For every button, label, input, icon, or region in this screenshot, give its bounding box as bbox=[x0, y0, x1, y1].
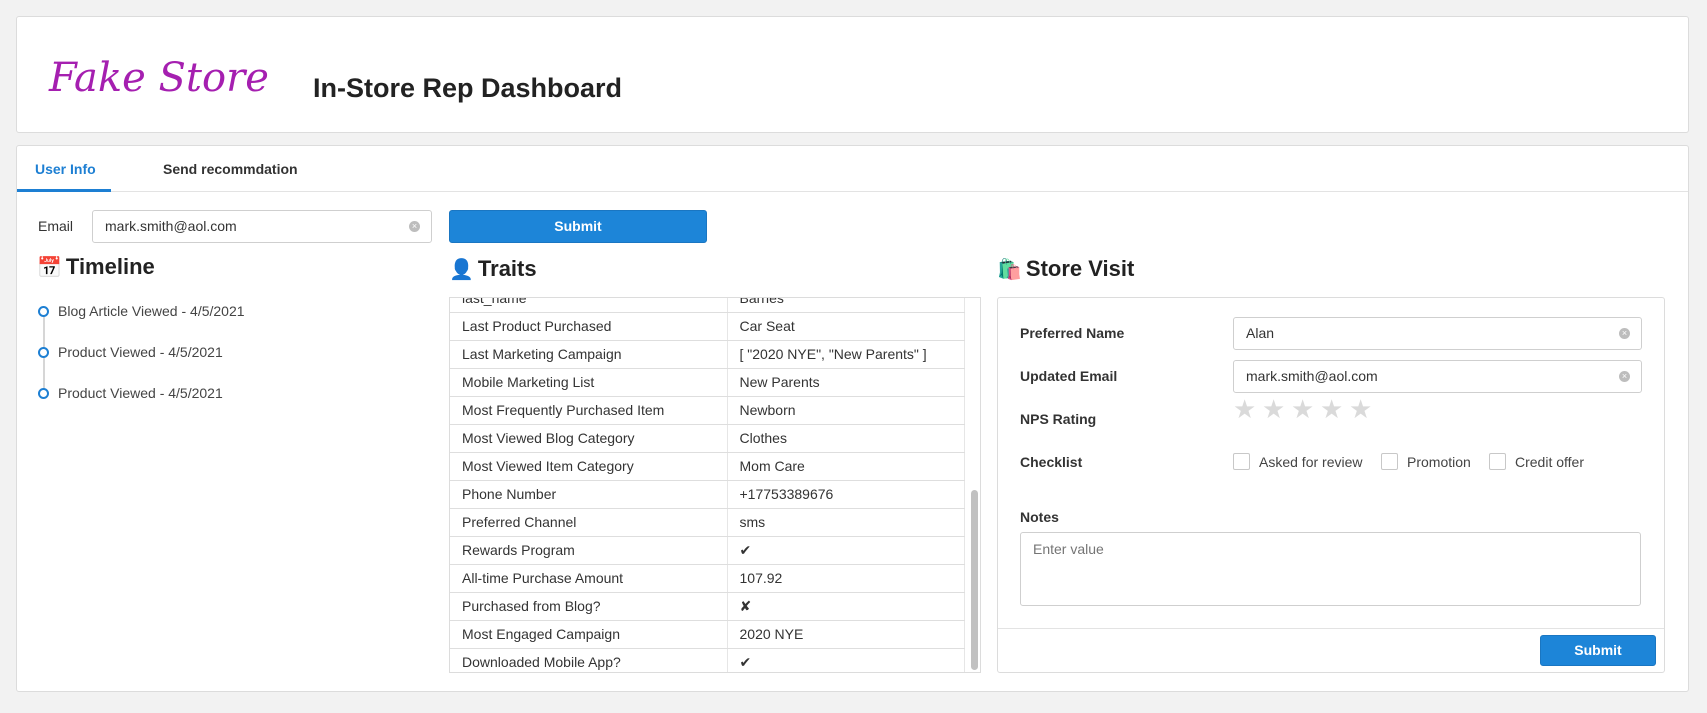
checkbox-promotion[interactable] bbox=[1381, 453, 1398, 470]
header-card: Fake Store In-Store Rep Dashboard bbox=[16, 16, 1689, 133]
trait-value: New Parents bbox=[727, 368, 965, 397]
traits-table: last_name Barnes Last Product Purchased C… bbox=[450, 298, 965, 672]
traits-table-container[interactable]: last_name Barnes Last Product Purchased C… bbox=[449, 297, 981, 673]
store-visit-title-text: Store Visit bbox=[1025, 256, 1135, 281]
email-label: Email bbox=[38, 218, 74, 234]
notes-label: Notes bbox=[1020, 509, 1059, 525]
trait-key: Preferred Channel bbox=[450, 508, 728, 537]
preferred-name-value: Alan bbox=[1246, 325, 1275, 341]
trait-value: +17753389676 bbox=[727, 480, 965, 509]
table-row: Downloaded Mobile App? ✔ bbox=[450, 648, 965, 672]
table-row: Purchased from Blog? ✘ bbox=[450, 592, 965, 621]
card-footer-divider bbox=[998, 628, 1664, 629]
trait-key: Downloaded Mobile App? bbox=[450, 648, 728, 672]
trait-value: Barnes bbox=[727, 298, 965, 313]
star-icon[interactable]: ★ bbox=[1349, 396, 1372, 422]
trait-value: Clothes bbox=[727, 424, 965, 453]
table-row: Most Viewed Blog Category Clothes bbox=[450, 424, 965, 453]
tab-user-info[interactable]: User Info bbox=[35, 146, 96, 192]
timeline-event: Blog Article Viewed - 4/5/2021 bbox=[58, 303, 245, 319]
checkbox-label: Promotion bbox=[1407, 454, 1471, 470]
timeline-dot bbox=[38, 347, 49, 358]
updated-email-input[interactable]: mark.smith@aol.com × bbox=[1233, 360, 1642, 393]
table-row: All-time Purchase Amount 107.92 bbox=[450, 564, 965, 593]
table-row: Rewards Program ✔ bbox=[450, 536, 965, 565]
checkbox-label: Asked for review bbox=[1259, 454, 1363, 470]
timeline-event: Product Viewed - 4/5/2021 bbox=[58, 344, 223, 360]
checkbox-asked-for-review[interactable] bbox=[1233, 453, 1250, 470]
trait-value: ✘ bbox=[727, 592, 965, 621]
timeline-dot bbox=[38, 388, 49, 399]
email-input[interactable]: mark.smith@aol.com × bbox=[92, 210, 432, 243]
trait-key: Phone Number bbox=[450, 480, 728, 509]
trait-key: Last Marketing Campaign bbox=[450, 340, 728, 369]
trait-key: Purchased from Blog? bbox=[450, 592, 728, 621]
trait-value: 2020 NYE bbox=[727, 620, 965, 649]
preferred-name-label: Preferred Name bbox=[1020, 325, 1125, 341]
fake-store-logo: Fake Store bbox=[48, 55, 269, 101]
updated-email-label: Updated Email bbox=[1020, 368, 1118, 384]
timeline-dot bbox=[38, 306, 49, 317]
table-row: Most Frequently Purchased Item Newborn bbox=[450, 396, 965, 425]
traits-title: 👤 Traits bbox=[449, 256, 537, 282]
trait-key: Most Viewed Blog Category bbox=[450, 424, 728, 453]
svg-text:Fake Store: Fake Store bbox=[48, 55, 269, 101]
trait-key: All-time Purchase Amount bbox=[450, 564, 728, 593]
clear-icon[interactable]: × bbox=[409, 221, 420, 232]
table-row: Most Engaged Campaign 2020 NYE bbox=[450, 620, 965, 649]
store-visit-card: Preferred Name Alan × Updated Email mark… bbox=[997, 297, 1665, 673]
checkbox-credit-offer[interactable] bbox=[1489, 453, 1506, 470]
tab-bar: User Info Send recommdation bbox=[17, 146, 1688, 192]
table-row: last_name Barnes bbox=[450, 298, 965, 313]
trait-value: ✔ bbox=[727, 648, 965, 672]
person-icon: 👤 bbox=[449, 259, 474, 281]
table-row: Mobile Marketing List New Parents bbox=[450, 368, 965, 397]
preferred-name-input[interactable]: Alan × bbox=[1233, 317, 1642, 350]
star-icon[interactable]: ★ bbox=[1233, 396, 1256, 422]
trait-key: Rewards Program bbox=[450, 536, 728, 565]
clear-icon[interactable]: × bbox=[1619, 371, 1630, 382]
trait-value: Car Seat bbox=[727, 312, 965, 341]
trait-key: Most Engaged Campaign bbox=[450, 620, 728, 649]
trait-value: Mom Care bbox=[727, 452, 965, 481]
trait-value: Newborn bbox=[727, 396, 965, 425]
calendar-icon: 📅 bbox=[37, 257, 62, 279]
trait-value: sms bbox=[727, 508, 965, 537]
table-row: Preferred Channel sms bbox=[450, 508, 965, 537]
notes-textarea[interactable] bbox=[1020, 532, 1641, 606]
lookup-submit-button[interactable]: Submit bbox=[449, 210, 707, 243]
nps-rating-label: NPS Rating bbox=[1020, 411, 1097, 427]
table-row: Most Viewed Item Category Mom Care bbox=[450, 452, 965, 481]
traits-title-text: Traits bbox=[477, 256, 537, 281]
page-title: In-Store Rep Dashboard bbox=[313, 73, 623, 103]
timeline-title: 📅 Timeline bbox=[37, 254, 155, 280]
trait-value: 107.92 bbox=[727, 564, 965, 593]
trait-value: ✔ bbox=[727, 536, 965, 565]
table-row: Phone Number +17753389676 bbox=[450, 480, 965, 509]
star-icon[interactable]: ★ bbox=[1291, 396, 1314, 422]
trait-key: last_name bbox=[450, 298, 728, 313]
email-input-value: mark.smith@aol.com bbox=[105, 218, 237, 234]
star-icon[interactable]: ★ bbox=[1262, 396, 1285, 422]
star-icon[interactable]: ★ bbox=[1320, 396, 1343, 422]
checkbox-label: Credit offer bbox=[1515, 454, 1584, 470]
table-row: Last Marketing Campaign[ "2020 NYE", "Ne… bbox=[450, 340, 965, 369]
timeline-title-text: Timeline bbox=[65, 254, 155, 279]
clear-icon[interactable]: × bbox=[1619, 328, 1630, 339]
trait-key: Most Viewed Item Category bbox=[450, 452, 728, 481]
trait-key: Mobile Marketing List bbox=[450, 368, 728, 397]
trait-key: Most Frequently Purchased Item bbox=[450, 396, 728, 425]
trait-value: [ "2020 NYE", "New Parents" ] bbox=[727, 340, 965, 369]
store-visit-title: 🛍️ Store Visit bbox=[997, 256, 1134, 282]
checklist-label: Checklist bbox=[1020, 454, 1083, 470]
traits-scrollbar[interactable] bbox=[971, 490, 978, 670]
tab-send-recommendation[interactable]: Send recommdation bbox=[163, 146, 298, 192]
shopping-bags-icon: 🛍️ bbox=[997, 259, 1022, 281]
table-row: Last Product Purchased Car Seat bbox=[450, 312, 965, 341]
updated-email-value: mark.smith@aol.com bbox=[1246, 368, 1378, 384]
store-visit-submit-button[interactable]: Submit bbox=[1540, 635, 1656, 666]
trait-key: Last Product Purchased bbox=[450, 312, 728, 341]
timeline-event: Product Viewed - 4/5/2021 bbox=[58, 385, 223, 401]
active-tab-indicator bbox=[17, 189, 111, 192]
